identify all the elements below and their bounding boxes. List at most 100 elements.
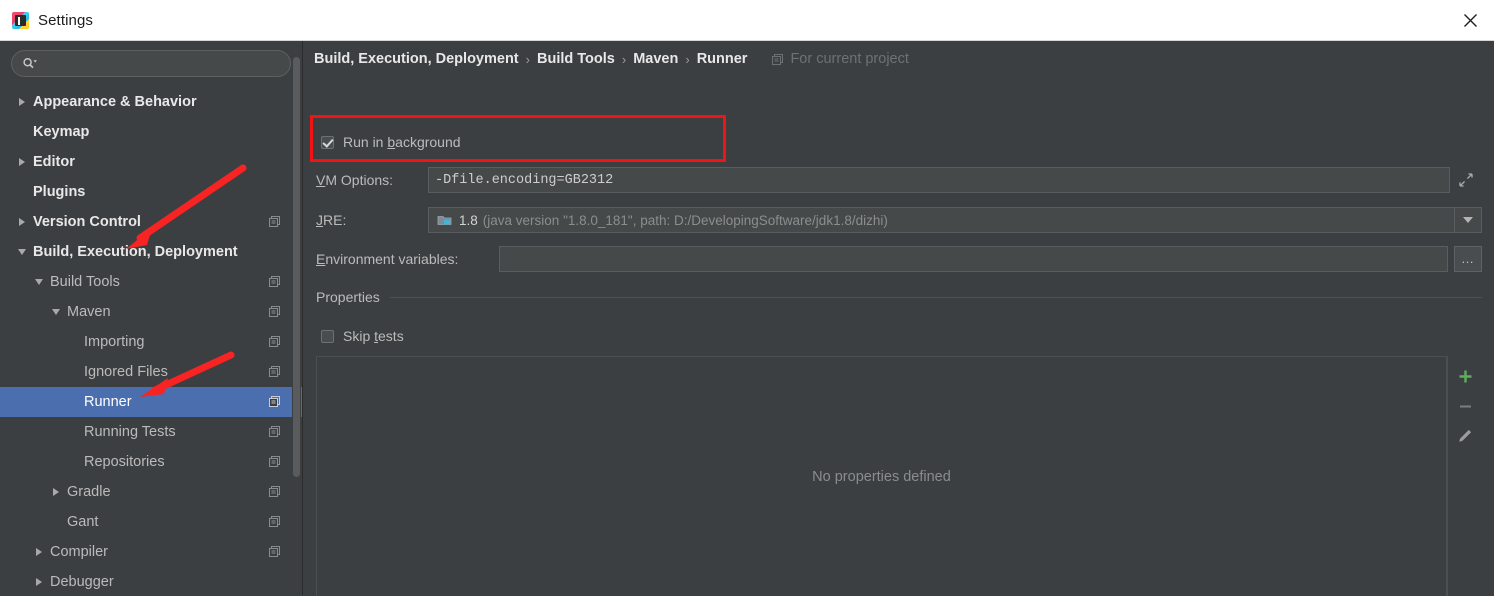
project-scope-icon bbox=[268, 545, 281, 558]
sidebar-item-build-execution-deployment[interactable]: Build, Execution, Deployment bbox=[0, 237, 302, 267]
edit-property-button[interactable] bbox=[1449, 421, 1482, 451]
search-field[interactable] bbox=[11, 50, 291, 77]
twisty-glyph bbox=[19, 158, 25, 166]
sidebar-item-compiler[interactable]: Compiler bbox=[0, 537, 302, 567]
project-scope-icon bbox=[771, 53, 784, 66]
sidebar-item-build-tools[interactable]: Build Tools bbox=[0, 267, 302, 297]
close-button[interactable] bbox=[1446, 0, 1494, 40]
sidebar-item-runner[interactable]: Runner bbox=[0, 387, 302, 417]
run-in-background-checkbox[interactable] bbox=[321, 135, 334, 149]
run-in-background-row[interactable]: Run in background bbox=[321, 134, 461, 150]
expand-editor-icon[interactable] bbox=[1450, 167, 1482, 193]
search-input[interactable] bbox=[38, 56, 290, 71]
breadcrumb-separator: › bbox=[685, 51, 690, 67]
scope-note-label: For current project bbox=[790, 51, 909, 67]
properties-list[interactable]: No properties defined bbox=[316, 356, 1447, 596]
properties-toolbar bbox=[1447, 356, 1482, 596]
environment-variables-input[interactable] bbox=[499, 246, 1448, 272]
chevron-right-icon[interactable] bbox=[14, 214, 30, 230]
jdk-icon bbox=[437, 213, 452, 227]
sidebar-item-appearance-behavior[interactable]: Appearance & Behavior bbox=[0, 87, 302, 117]
sidebar-item-maven[interactable]: Maven bbox=[0, 297, 302, 327]
vm-options-row: VM Options: bbox=[316, 167, 1482, 193]
sidebar-item-label: Editor bbox=[33, 154, 75, 170]
project-scope-icon bbox=[268, 425, 281, 438]
twisty-glyph bbox=[36, 578, 42, 586]
sidebar-item-debugger[interactable]: Debugger bbox=[0, 567, 302, 595]
breadcrumb-item[interactable]: Runner bbox=[697, 51, 748, 67]
jre-version: 1.8 bbox=[459, 212, 478, 228]
sidebar-scrollbar-thumb[interactable] bbox=[293, 57, 300, 477]
jre-label: JRE: bbox=[316, 212, 347, 228]
sidebar-scrollbar[interactable] bbox=[292, 41, 301, 549]
chevron-right-icon[interactable] bbox=[14, 154, 30, 170]
ellipsis-icon: … bbox=[1461, 251, 1475, 266]
sidebar-item-label: Runner bbox=[84, 394, 132, 410]
twisty-glyph bbox=[53, 488, 59, 496]
environment-variables-browse-button[interactable]: … bbox=[1454, 246, 1482, 272]
sidebar-item-label: Repositories bbox=[84, 454, 165, 470]
chevron-down-icon[interactable] bbox=[31, 274, 47, 290]
settings-sidebar: Appearance & Behavior Keymap Editor Plugins… bbox=[0, 41, 303, 595]
properties-section-title: Properties bbox=[316, 289, 380, 305]
chevron-right-icon[interactable] bbox=[31, 544, 47, 560]
sidebar-item-label: Gant bbox=[67, 514, 99, 530]
sidebar-item-version-control[interactable]: Version Control bbox=[0, 207, 302, 237]
sidebar-item-running-tests[interactable]: Running Tests bbox=[0, 417, 302, 447]
breadcrumb-item[interactable]: Build, Execution, Deployment bbox=[314, 51, 519, 67]
chevron-right-icon[interactable] bbox=[14, 94, 30, 110]
breadcrumb-separator: › bbox=[525, 51, 530, 67]
twisty-glyph bbox=[36, 548, 42, 556]
project-scope-icon bbox=[268, 305, 281, 318]
breadcrumb-item[interactable]: Build Tools bbox=[537, 51, 615, 67]
jre-row: JRE: 1.8 (java version "1.8.0_181", path… bbox=[316, 207, 1482, 233]
skip-tests-label: Skip tests bbox=[343, 328, 404, 344]
sidebar-item-label: Debugger bbox=[50, 574, 114, 590]
settings-body: Appearance & Behavior Keymap Editor Plugins… bbox=[0, 41, 1494, 596]
sidebar-item-editor[interactable]: Editor bbox=[0, 147, 302, 177]
sidebar-item-keymap[interactable]: Keymap bbox=[0, 117, 302, 147]
twisty-glyph bbox=[19, 98, 25, 106]
twisty-glyph bbox=[52, 309, 60, 315]
add-property-button[interactable] bbox=[1449, 361, 1482, 391]
skip-tests-checkbox[interactable] bbox=[321, 329, 334, 343]
sidebar-item-plugins[interactable]: Plugins bbox=[0, 177, 302, 207]
project-scope-icon bbox=[268, 395, 281, 408]
window-title: Settings bbox=[38, 11, 93, 29]
sidebar-item-repositories[interactable]: Repositories bbox=[0, 447, 302, 477]
section-divider bbox=[389, 296, 1482, 298]
twisty-glyph bbox=[19, 218, 25, 226]
settings-content-panel: Build, Execution, Deployment › Build Tools… bbox=[303, 41, 1494, 596]
sidebar-item-gant[interactable]: Gant bbox=[0, 507, 302, 537]
sidebar-item-label: Keymap bbox=[33, 124, 90, 140]
environment-variables-label: Environment variables: bbox=[316, 251, 459, 267]
breadcrumb-item[interactable]: Maven bbox=[633, 51, 678, 67]
project-scope-icon bbox=[268, 335, 281, 348]
chevron-down-icon[interactable] bbox=[48, 304, 64, 320]
chevron-down-icon[interactable] bbox=[14, 244, 30, 260]
sidebar-item-label: Version Control bbox=[33, 214, 141, 230]
jre-combobox[interactable]: 1.8 (java version "1.8.0_181", path: D:/… bbox=[428, 207, 1455, 233]
twisty-glyph bbox=[18, 249, 26, 255]
sidebar-item-label: Gradle bbox=[67, 484, 111, 500]
project-scope-icon bbox=[268, 365, 281, 378]
chevron-right-icon[interactable] bbox=[48, 484, 64, 500]
project-scope-icon bbox=[268, 215, 281, 228]
twisty-glyph bbox=[35, 279, 43, 285]
skip-tests-row[interactable]: Skip tests bbox=[321, 328, 404, 344]
vm-options-input[interactable] bbox=[428, 167, 1450, 193]
jre-dropdown-button[interactable] bbox=[1455, 207, 1482, 233]
remove-property-button[interactable] bbox=[1449, 391, 1482, 421]
sidebar-item-gradle[interactable]: Gradle bbox=[0, 477, 302, 507]
project-scope-icon bbox=[268, 485, 281, 498]
sidebar-item-importing[interactable]: Importing bbox=[0, 327, 302, 357]
sidebar-item-label: Build Tools bbox=[50, 274, 120, 290]
search-icon bbox=[22, 57, 38, 70]
chevron-right-icon[interactable] bbox=[31, 574, 47, 590]
properties-empty-message: No properties defined bbox=[812, 468, 951, 485]
settings-tree: Appearance & Behavior Keymap Editor Plugins… bbox=[0, 87, 302, 595]
sidebar-item-ignored-files[interactable]: Ignored Files bbox=[0, 357, 302, 387]
breadcrumb-scope-note: For current project bbox=[771, 51, 909, 67]
sidebar-item-label: Ignored Files bbox=[84, 364, 168, 380]
sidebar-item-label: Appearance & Behavior bbox=[33, 94, 197, 110]
